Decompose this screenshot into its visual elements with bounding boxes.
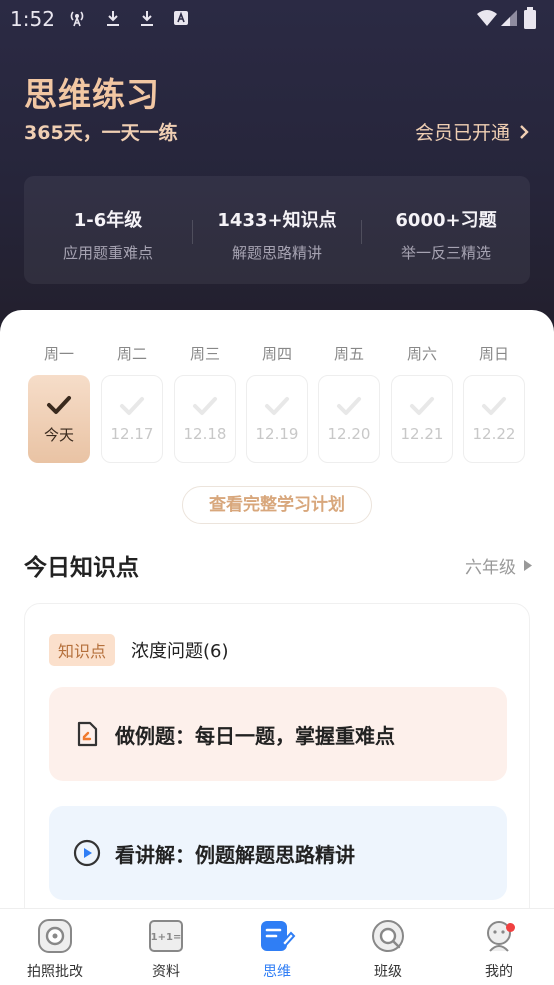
day-date: 12.20 <box>327 425 371 443</box>
tab-thinking[interactable]: 思维 <box>222 917 332 981</box>
weekday-label: 周四 <box>261 345 292 363</box>
tab-photo-correct[interactable]: 拍照批改 <box>0 917 110 981</box>
signal-icon <box>501 10 517 26</box>
watch-explanation-button[interactable]: 看讲解：例题解题思路精讲 <box>49 806 507 900</box>
stat-grades: 1-6年级 应用题重难点 <box>24 206 192 263</box>
class-icon <box>372 920 404 952</box>
action-label: 做例题：每日一题，掌握重难点 <box>115 723 395 748</box>
day-date: 12.17 <box>110 425 154 443</box>
day-sat[interactable]: 周六 12.21 <box>391 343 453 463</box>
weekday-label: 周三 <box>189 345 220 363</box>
day-date: 12.22 <box>472 425 516 443</box>
book-icon: 1+1= <box>149 920 183 952</box>
tab-mine[interactable]: 我的 <box>444 917 554 981</box>
day-date: 12.21 <box>400 425 444 443</box>
day-date: 今天 <box>43 425 74 444</box>
day-card-today[interactable]: 今天 <box>28 375 90 463</box>
page-title: 思维练习 <box>24 75 160 114</box>
status-time: 1:52 <box>10 7 55 31</box>
weekday-label: 周日 <box>478 345 509 363</box>
section-title: 今日知识点 <box>24 555 139 581</box>
day-date: 12.18 <box>183 425 227 443</box>
weekday-label: 周一 <box>43 345 74 363</box>
day-card[interactable]: 12.20 <box>318 375 380 463</box>
checkmark-icon <box>410 397 434 415</box>
day-mon[interactable]: 周一 今天 <box>28 343 90 463</box>
caret-right-icon <box>524 560 532 571</box>
edit-doc-icon <box>77 721 98 747</box>
knowledge-card: 知识点 浓度问题(6) 做例题：每日一题，掌握重难点 看讲解：例题解题思路精讲 <box>24 603 530 933</box>
day-sun[interactable]: 周日 12.22 <box>463 343 525 463</box>
hotspot-icon <box>70 11 84 27</box>
stat-knowledge-points: 1433+知识点 解题思路精讲 <box>193 206 361 263</box>
battery-icon <box>524 7 536 29</box>
day-tue[interactable]: 周二 12.17 <box>101 343 163 463</box>
weekday-label: 周六 <box>406 345 437 363</box>
wifi-icon <box>477 10 497 26</box>
do-example-button[interactable]: 做例题：每日一题，掌握重难点 <box>49 687 507 781</box>
membership-link[interactable]: 会员已开通 <box>415 118 530 145</box>
weekday-label: 周五 <box>333 345 364 363</box>
stat-label: 应用题重难点 <box>62 244 153 262</box>
download-icon <box>107 11 119 26</box>
day-card[interactable]: 12.17 <box>101 375 163 463</box>
download-icon <box>141 11 153 26</box>
stat-value: 1433+知识点 <box>217 210 337 231</box>
membership-status: 会员已开通 <box>414 122 510 144</box>
think-icon <box>261 921 296 951</box>
stat-value: 6000+习题 <box>395 210 497 231</box>
checkmark-icon <box>120 397 144 415</box>
day-fri[interactable]: 周五 12.20 <box>318 343 380 463</box>
bottom-tab-bar: 拍照批改 1+1= 资料 思维 班级 我的 <box>0 908 554 985</box>
checkmark-icon <box>47 395 71 414</box>
stat-label: 举一反三精选 <box>400 244 491 262</box>
tab-label: 资料 <box>152 964 180 980</box>
checkmark-icon <box>482 397 506 415</box>
svg-text:1+1=: 1+1= <box>151 932 182 943</box>
play-icon <box>73 839 101 867</box>
day-card[interactable]: 12.18 <box>174 375 236 463</box>
stats-card: 1-6年级 应用题重难点 1433+知识点 解题思路精讲 6000+习题 举一反… <box>24 176 530 284</box>
a-icon <box>174 11 188 25</box>
hero-header <box>0 0 554 340</box>
notification-dot <box>506 923 515 932</box>
day-card[interactable]: 12.21 <box>391 375 453 463</box>
day-thu[interactable]: 周四 12.19 <box>246 343 308 463</box>
page-subtitle: 365天，一天一练 <box>24 122 178 144</box>
knowledge-tag: 知识点 <box>49 634 116 666</box>
chevron-right-icon <box>520 124 529 139</box>
day-card[interactable]: 12.19 <box>246 375 308 463</box>
tab-label: 我的 <box>485 964 513 980</box>
checkmark-icon <box>265 397 289 415</box>
grade-selector[interactable]: 六年级 <box>465 553 532 578</box>
tab-label: 拍照批改 <box>27 964 83 980</box>
tab-materials[interactable]: 1+1= 资料 <box>111 917 221 981</box>
action-label: 看讲解：例题解题思路精讲 <box>115 842 355 867</box>
tab-label: 班级 <box>374 964 402 980</box>
checkmark-icon <box>337 397 361 415</box>
day-wed[interactable]: 周三 12.18 <box>174 343 236 463</box>
view-full-plan-button[interactable]: 查看完整学习计划 <box>182 486 372 524</box>
day-card[interactable]: 12.22 <box>463 375 525 463</box>
stat-exercises: 6000+习题 举一反三精选 <box>362 206 530 263</box>
camera-icon <box>38 919 72 953</box>
status-bar: 1:52 <box>0 0 554 40</box>
tab-class[interactable]: 班级 <box>333 917 443 981</box>
day-date: 12.19 <box>255 425 299 443</box>
grade-label: 六年级 <box>465 558 516 578</box>
stat-label: 解题思路精讲 <box>231 244 322 262</box>
stat-value: 1-6年级 <box>73 210 143 231</box>
knowledge-topic: 浓度问题(6) <box>131 641 229 662</box>
checkmark-icon <box>193 397 217 415</box>
tab-label: 思维 <box>263 964 291 980</box>
weekday-label: 周二 <box>116 345 147 363</box>
